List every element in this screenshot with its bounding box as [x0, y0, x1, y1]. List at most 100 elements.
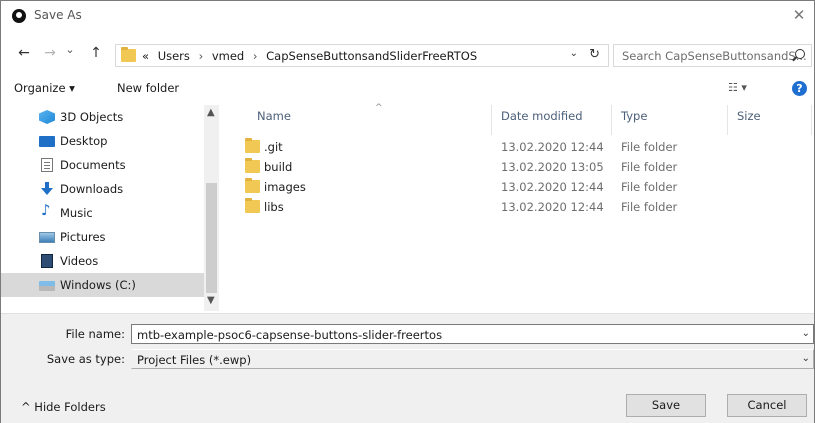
scroll-down-icon[interactable]: ▼ [207, 295, 215, 306]
sidebar-item-pictures[interactable]: Pictures [1, 225, 204, 249]
file-name: images [264, 180, 306, 194]
address-bar[interactable]: « Users › vmed › CapSenseButtonsandSlide… [115, 44, 609, 67]
chevron-right-icon[interactable]: › [199, 49, 204, 63]
help-icon[interactable]: ? [792, 81, 807, 96]
column-divider[interactable] [491, 105, 492, 135]
sidebar-scrollbar[interactable]: ▲ ▼ [204, 105, 219, 311]
documents-icon [41, 158, 53, 172]
videos-icon [41, 254, 53, 268]
scrollbar-thumb[interactable] [206, 183, 217, 293]
folder-icon [245, 138, 260, 153]
sidebar-item-label: Music [60, 206, 93, 220]
forward-arrow-icon[interactable]: → [41, 45, 59, 61]
file-name: libs [264, 200, 284, 214]
search-icon[interactable] [795, 49, 805, 59]
scroll-up-icon[interactable]: ▲ [207, 107, 215, 118]
sidebar-item-label: Videos [60, 254, 99, 268]
refresh-icon[interactable]: ↻ [589, 47, 600, 62]
title-bar: Save As ✕ [1, 1, 814, 31]
column-divider[interactable] [811, 105, 812, 135]
breadcrumb-users[interactable]: Users [158, 49, 190, 63]
new-folder-button[interactable]: New folder [117, 81, 179, 95]
table-row[interactable]: libs 13.02.2020 12:44 File folder [219, 196, 814, 216]
file-name-value[interactable]: mtb-example-psoc6-capsense-buttons-slide… [137, 328, 442, 342]
file-list: Name ^ Date modified Type Size .git 13.0… [219, 103, 814, 311]
folder-icon [121, 47, 136, 62]
table-row[interactable]: build 13.02.2020 13:05 File folder [219, 156, 814, 176]
file-name-field[interactable]: mtb-example-psoc6-capsense-buttons-slide… [131, 324, 814, 344]
file-type: File folder [621, 140, 678, 154]
file-date: 13.02.2020 12:44 [501, 140, 604, 154]
save-as-dialog: Save As ✕ ← → ⌄ ↑ « Users › vmed › CapSe… [0, 0, 815, 423]
sidebar-item-videos[interactable]: Videos [1, 249, 204, 273]
table-row[interactable]: .git 13.02.2020 12:44 File folder [219, 136, 814, 156]
sort-ascending-icon: ^ [375, 103, 383, 113]
column-header-date-modified[interactable]: Date modified [501, 109, 583, 133]
column-header-type[interactable]: Type [621, 109, 647, 133]
column-header-size[interactable]: Size [737, 109, 761, 133]
column-divider[interactable] [611, 105, 612, 135]
save-options-panel: File name: mtb-example-psoc6-capsense-bu… [1, 313, 814, 423]
sidebar-item-documents[interactable]: Documents [1, 153, 204, 177]
folder-icon [245, 178, 260, 193]
up-arrow-icon[interactable]: ↑ [87, 45, 105, 61]
search-box[interactable]: Search CapSenseButtonsandS... [613, 44, 812, 67]
sidebar-item-downloads[interactable]: Downloads [1, 177, 204, 201]
chevron-down-icon[interactable]: ⌄ [570, 48, 578, 59]
app-icon [12, 9, 26, 23]
window-title: Save As [34, 8, 82, 22]
desktop-icon [39, 136, 55, 147]
file-name: build [264, 160, 293, 174]
save-button[interactable]: Save [626, 394, 706, 417]
folder-icon [245, 158, 260, 173]
chevron-down-icon[interactable]: ⌄ [802, 353, 810, 364]
folder-icon [245, 198, 260, 213]
breadcrumb-vmed[interactable]: vmed [212, 49, 244, 63]
sidebar-item-label: Documents [60, 158, 126, 172]
file-type: File folder [621, 180, 678, 194]
sidebar-item-windows-c[interactable]: Windows (C:) [1, 273, 204, 297]
save-type-label: Save as type: [46, 352, 125, 366]
breadcrumb: « Users › vmed › CapSenseButtonsandSlide… [142, 49, 477, 63]
file-type: File folder [621, 160, 678, 174]
file-date: 13.02.2020 13:05 [501, 160, 604, 174]
file-name-label: File name: [65, 327, 125, 341]
downloads-icon [41, 182, 53, 196]
command-bar: Organize ▾ New folder ☷ ▾ ? [1, 77, 814, 101]
sidebar-item-label: Windows (C:) [60, 278, 136, 292]
navigation-bar: ← → ⌄ ↑ « Users › vmed › CapSenseButtons… [1, 41, 814, 69]
table-row[interactable]: images 13.02.2020 12:44 File folder [219, 176, 814, 196]
sidebar-item-3d-objects[interactable]: 3D Objects [1, 105, 204, 129]
chevron-right-icon[interactable]: › [253, 49, 258, 63]
column-divider[interactable] [727, 105, 728, 135]
save-type-select[interactable]: Project Files (*.ewp) ⌄ [131, 349, 814, 369]
3d-objects-icon [39, 110, 55, 124]
hide-folders-button[interactable]: ^ Hide Folders [21, 400, 106, 414]
sidebar-item-label: Desktop [60, 134, 108, 148]
chevron-down-icon[interactable]: ⌄ [802, 328, 810, 339]
save-type-value: Project Files (*.ewp) [137, 353, 252, 367]
sidebar-item-music[interactable]: ♪ Music [1, 201, 204, 225]
breadcrumb-overflow[interactable]: « [142, 49, 149, 63]
file-date: 13.02.2020 12:44 [501, 200, 604, 214]
navigation-pane: 3D Objects Desktop Documents Downloads ♪… [1, 105, 219, 311]
close-icon[interactable]: ✕ [790, 6, 808, 24]
sidebar-item-label: Downloads [60, 182, 124, 196]
column-header-name[interactable]: Name [257, 109, 291, 133]
sidebar-item-label: 3D Objects [60, 110, 124, 124]
back-arrow-icon[interactable]: ← [15, 45, 33, 61]
cancel-button[interactable]: Cancel [727, 394, 807, 417]
search-input[interactable]: Search CapSenseButtonsandS... [622, 49, 807, 63]
pictures-icon [39, 232, 55, 243]
sidebar-item-network-partial[interactable] [1, 297, 204, 311]
organize-button[interactable]: Organize ▾ [14, 81, 75, 95]
file-date: 13.02.2020 12:44 [501, 180, 604, 194]
sidebar-item-label: Pictures [60, 230, 106, 244]
breadcrumb-current-folder[interactable]: CapSenseButtonsandSliderFreeRTOS [266, 49, 477, 63]
recent-locations-icon[interactable]: ⌄ [61, 43, 79, 56]
view-options-icon[interactable]: ☷ ▾ [728, 81, 747, 94]
sidebar-item-desktop[interactable]: Desktop [1, 129, 204, 153]
drive-icon [39, 281, 55, 291]
file-type: File folder [621, 200, 678, 214]
file-name: .git [264, 140, 283, 154]
